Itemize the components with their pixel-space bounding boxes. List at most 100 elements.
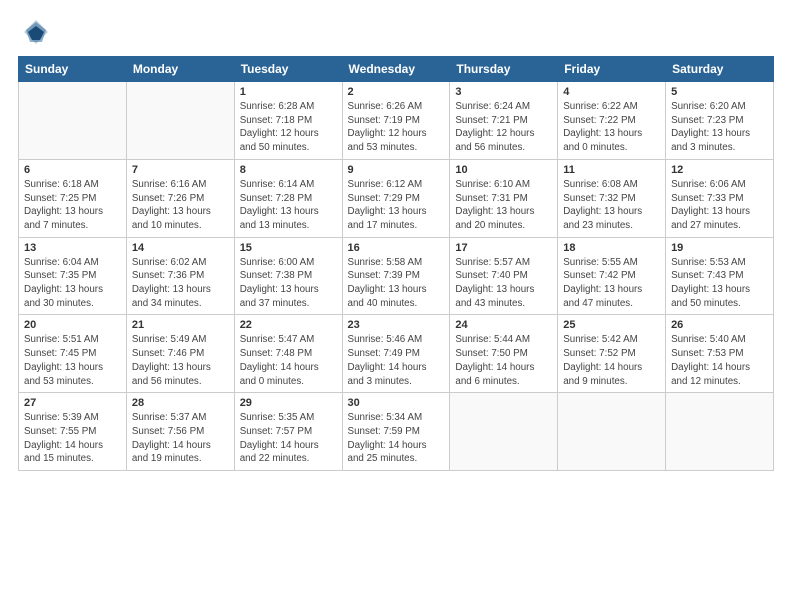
cell-info-text: Sunrise: 5:42 AM Sunset: 7:52 PM Dayligh… (563, 333, 660, 388)
week-row-5: 27Sunrise: 5:39 AM Sunset: 7:55 PM Dayli… (19, 393, 774, 471)
calendar-cell (558, 393, 666, 471)
cell-info-text: Sunrise: 6:18 AM Sunset: 7:25 PM Dayligh… (24, 178, 121, 233)
calendar-cell: 7Sunrise: 6:16 AM Sunset: 7:26 PM Daylig… (126, 159, 234, 237)
cell-date-number: 10 (455, 164, 552, 176)
calendar-table: SundayMondayTuesdayWednesdayThursdayFrid… (18, 56, 774, 471)
calendar-cell: 14Sunrise: 6:02 AM Sunset: 7:36 PM Dayli… (126, 237, 234, 315)
calendar-cell: 17 Sunrise: 5:57 AM Sunset: 7:40 PM Dayli… (450, 237, 558, 315)
header (18, 18, 774, 46)
cell-info-text: Sunrise: 5:37 AM Sunset: 7:56 PM Dayligh… (132, 411, 229, 466)
calendar-cell: 23Sunrise: 5:46 AM Sunset: 7:49 PM Dayli… (342, 315, 450, 393)
cell-date-number: 17 (455, 242, 552, 254)
cell-info-text: Sunrise: 5:35 AM Sunset: 7:57 PM Dayligh… (240, 411, 337, 466)
cell-date-number: 4 (563, 86, 660, 98)
calendar-cell: 26 Sunrise: 5:40 AM Sunset: 7:53 PM Dayli… (666, 315, 774, 393)
calendar-cell: 18 Sunrise: 5:55 AM Sunset: 7:42 PM Dayli… (558, 237, 666, 315)
cell-date-number: 15 (240, 242, 337, 254)
calendar-cell (666, 393, 774, 471)
calendar-cell: 20 Sunrise: 5:51 AM Sunset: 7:45 PM Dayli… (19, 315, 127, 393)
cell-date-number: 8 (240, 164, 337, 176)
cell-info-text: Sunrise: 6:08 AM Sunset: 7:32 PM Dayligh… (563, 178, 660, 233)
calendar-cell: 12 Sunrise: 6:06 AM Sunset: 7:33 PM Dayli… (666, 159, 774, 237)
cell-info-text: Sunrise: 6:12 AM Sunset: 7:29 PM Dayligh… (348, 178, 445, 233)
cell-date-number: 30 (348, 397, 445, 409)
cell-date-number: 5 (671, 86, 768, 98)
logo-icon (22, 18, 50, 46)
cell-date-number: 2 (348, 86, 445, 98)
cell-info-text: Sunrise: 6:22 AM Sunset: 7:22 PM Dayligh… (563, 100, 660, 155)
calendar-cell: 27Sunrise: 5:39 AM Sunset: 7:55 PM Dayli… (19, 393, 127, 471)
weekday-header-sunday: Sunday (19, 57, 127, 82)
cell-date-number: 6 (24, 164, 121, 176)
cell-date-number: 28 (132, 397, 229, 409)
calendar-cell: 5 Sunrise: 6:20 AM Sunset: 7:23 PM Daylig… (666, 82, 774, 160)
cell-info-text: Sunrise: 6:04 AM Sunset: 7:35 PM Dayligh… (24, 256, 121, 311)
calendar-cell: 30 Sunrise: 5:34 AM Sunset: 7:59 PM Dayli… (342, 393, 450, 471)
weekday-header-friday: Friday (558, 57, 666, 82)
week-row-4: 20 Sunrise: 5:51 AM Sunset: 7:45 PM Dayli… (19, 315, 774, 393)
calendar-cell: 21 Sunrise: 5:49 AM Sunset: 7:46 PM Dayli… (126, 315, 234, 393)
cell-info-text: Sunrise: 5:40 AM Sunset: 7:53 PM Dayligh… (671, 333, 768, 388)
cell-info-text: Sunrise: 5:47 AM Sunset: 7:48 PM Dayligh… (240, 333, 337, 388)
cell-date-number: 24 (455, 319, 552, 331)
week-row-1: 1 Sunrise: 6:28 AM Sunset: 7:18 PM Daylig… (19, 82, 774, 160)
calendar-cell: 6 Sunrise: 6:18 AM Sunset: 7:25 PM Daylig… (19, 159, 127, 237)
cell-info-text: Sunrise: 6:24 AM Sunset: 7:21 PM Dayligh… (455, 100, 552, 155)
calendar-cell: 1 Sunrise: 6:28 AM Sunset: 7:18 PM Daylig… (234, 82, 342, 160)
cell-info-text: Sunrise: 6:14 AM Sunset: 7:28 PM Dayligh… (240, 178, 337, 233)
weekday-header-thursday: Thursday (450, 57, 558, 82)
cell-date-number: 13 (24, 242, 121, 254)
cell-date-number: 12 (671, 164, 768, 176)
logo-line1 (18, 18, 50, 46)
weekday-header-tuesday: Tuesday (234, 57, 342, 82)
cell-date-number: 3 (455, 86, 552, 98)
cell-date-number: 26 (671, 319, 768, 331)
calendar-cell (126, 82, 234, 160)
cell-date-number: 27 (24, 397, 121, 409)
weekday-header-row: SundayMondayTuesdayWednesdayThursdayFrid… (19, 57, 774, 82)
cell-info-text: Sunrise: 5:34 AM Sunset: 7:59 PM Dayligh… (348, 411, 445, 466)
calendar-cell: 24 Sunrise: 5:44 AM Sunset: 7:50 PM Dayli… (450, 315, 558, 393)
cell-date-number: 9 (348, 164, 445, 176)
cell-info-text: Sunrise: 6:28 AM Sunset: 7:18 PM Dayligh… (240, 100, 337, 155)
cell-date-number: 29 (240, 397, 337, 409)
cell-date-number: 20 (24, 319, 121, 331)
cell-date-number: 21 (132, 319, 229, 331)
cell-info-text: Sunrise: 5:53 AM Sunset: 7:43 PM Dayligh… (671, 256, 768, 311)
calendar-cell: 9 Sunrise: 6:12 AM Sunset: 7:29 PM Daylig… (342, 159, 450, 237)
cell-info-text: Sunrise: 6:16 AM Sunset: 7:26 PM Dayligh… (132, 178, 229, 233)
week-row-2: 6 Sunrise: 6:18 AM Sunset: 7:25 PM Daylig… (19, 159, 774, 237)
cell-date-number: 23 (348, 319, 445, 331)
cell-info-text: Sunrise: 5:57 AM Sunset: 7:40 PM Dayligh… (455, 256, 552, 311)
calendar-cell: 13 Sunrise: 6:04 AM Sunset: 7:35 PM Dayli… (19, 237, 127, 315)
cell-date-number: 25 (563, 319, 660, 331)
calendar-cell: 4 Sunrise: 6:22 AM Sunset: 7:22 PM Daylig… (558, 82, 666, 160)
cell-info-text: Sunrise: 6:06 AM Sunset: 7:33 PM Dayligh… (671, 178, 768, 233)
cell-info-text: Sunrise: 5:44 AM Sunset: 7:50 PM Dayligh… (455, 333, 552, 388)
cell-info-text: Sunrise: 5:58 AM Sunset: 7:39 PM Dayligh… (348, 256, 445, 311)
cell-date-number: 16 (348, 242, 445, 254)
cell-info-text: Sunrise: 6:26 AM Sunset: 7:19 PM Dayligh… (348, 100, 445, 155)
calendar-cell: 25 Sunrise: 5:42 AM Sunset: 7:52 PM Dayli… (558, 315, 666, 393)
cell-info-text: Sunrise: 5:49 AM Sunset: 7:46 PM Dayligh… (132, 333, 229, 388)
page-container: SundayMondayTuesdayWednesdayThursdayFrid… (0, 0, 792, 485)
calendar-cell: 29 Sunrise: 5:35 AM Sunset: 7:57 PM Dayli… (234, 393, 342, 471)
cell-info-text: Sunrise: 6:20 AM Sunset: 7:23 PM Dayligh… (671, 100, 768, 155)
cell-info-text: Sunrise: 6:10 AM Sunset: 7:31 PM Dayligh… (455, 178, 552, 233)
cell-info-text: Sunrise: 5:55 AM Sunset: 7:42 PM Dayligh… (563, 256, 660, 311)
weekday-header-saturday: Saturday (666, 57, 774, 82)
cell-date-number: 18 (563, 242, 660, 254)
cell-info-text: Sunrise: 5:51 AM Sunset: 7:45 PM Dayligh… (24, 333, 121, 388)
cell-date-number: 1 (240, 86, 337, 98)
cell-info-text: Sunrise: 6:02 AM Sunset: 7:36 PM Dayligh… (132, 256, 229, 311)
calendar-cell: 22Sunrise: 5:47 AM Sunset: 7:48 PM Dayli… (234, 315, 342, 393)
calendar-cell: 3 Sunrise: 6:24 AM Sunset: 7:21 PM Daylig… (450, 82, 558, 160)
calendar-cell: 16 Sunrise: 5:58 AM Sunset: 7:39 PM Dayli… (342, 237, 450, 315)
calendar-cell: 28 Sunrise: 5:37 AM Sunset: 7:56 PM Dayli… (126, 393, 234, 471)
calendar-cell: 15Sunrise: 6:00 AM Sunset: 7:38 PM Dayli… (234, 237, 342, 315)
cell-date-number: 19 (671, 242, 768, 254)
logo (18, 18, 50, 46)
calendar-cell: 11Sunrise: 6:08 AM Sunset: 7:32 PM Dayli… (558, 159, 666, 237)
weekday-header-monday: Monday (126, 57, 234, 82)
calendar-cell (19, 82, 127, 160)
